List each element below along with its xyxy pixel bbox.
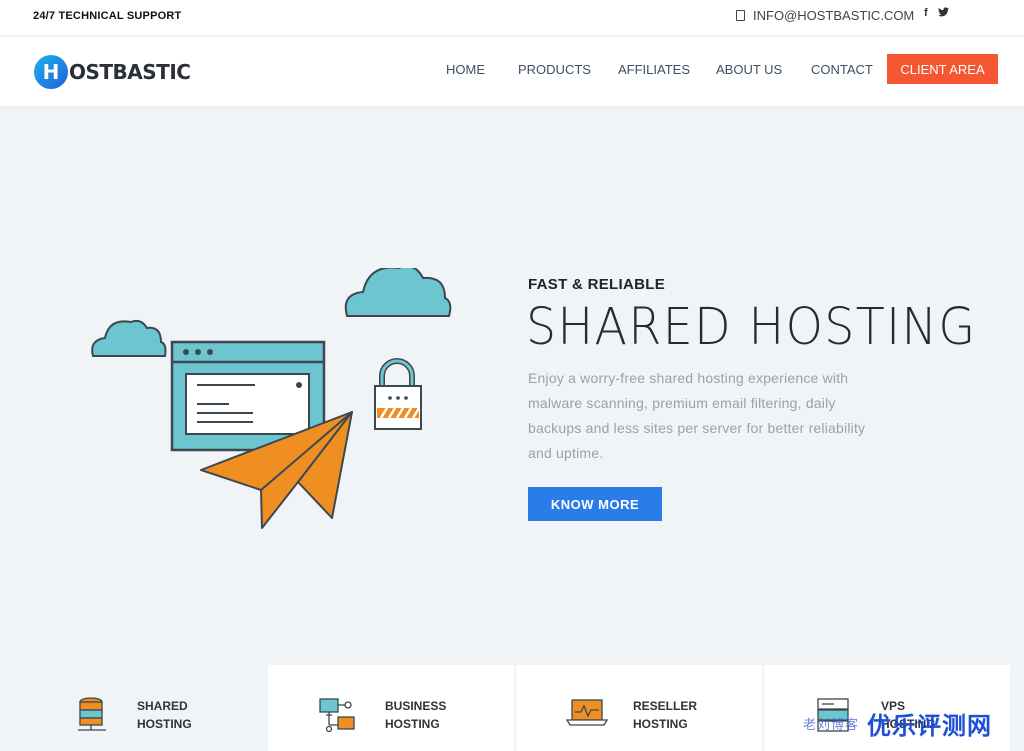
- hero-eyebrow: FAST & RELIABLE: [528, 276, 666, 293]
- product-card-shared[interactable]: SHARED HOSTING: [0, 665, 266, 751]
- twitter-icon[interactable]: [937, 7, 949, 20]
- product-label-line2: HOSTING: [137, 717, 192, 731]
- nav-item-affiliates[interactable]: AFFILIATES: [618, 62, 690, 77]
- nav-item-home[interactable]: HOME: [446, 62, 485, 77]
- product-card-business[interactable]: BUSINESS HOSTING: [268, 665, 514, 751]
- email-link[interactable]: INFO@HOSTBASTIC.COM: [753, 8, 914, 23]
- hero-description: Enjoy a worry-free shared hosting experi…: [528, 370, 866, 461]
- network-icon: [319, 698, 355, 733]
- cloud-icon: [344, 268, 452, 317]
- watermark-big-text: 优乐评测网: [867, 712, 993, 740]
- hosting-illustration: [91, 268, 452, 529]
- product-label-line1: RESELLER: [633, 699, 698, 713]
- product-label-line2: HOSTING: [385, 717, 440, 731]
- facebook-icon[interactable]: f: [924, 7, 928, 20]
- watermark-small-text: 老刘博客: [803, 717, 860, 732]
- watermark: 老刘博客 优乐评测网: [803, 706, 992, 741]
- main-navbar: H OSTBASTIC HOME PRODUCTS AFFILIATES ABO…: [0, 37, 1024, 107]
- cloud-icon: [91, 319, 167, 357]
- support-text: 24/7 TECHNICAL SUPPORT: [33, 10, 182, 22]
- product-card-reseller[interactable]: RESELLER HOSTING: [516, 665, 762, 751]
- product-label-line2: HOSTING: [633, 717, 688, 731]
- nav-item-products[interactable]: PRODUCTS: [518, 62, 591, 77]
- social-links: f: [924, 7, 949, 20]
- brand-logo[interactable]: H OSTBASTIC: [34, 55, 191, 89]
- client-area-button[interactable]: CLIENT AREA: [887, 54, 998, 84]
- product-label-line1: SHARED: [137, 699, 188, 713]
- logo-mark: H: [34, 55, 68, 89]
- product-label-line1: BUSINESS: [385, 699, 447, 713]
- know-more-button[interactable]: KNOW MORE: [528, 487, 662, 521]
- laptop-icon: [566, 699, 608, 726]
- hero-headline: SHARED HOSTING: [526, 298, 977, 357]
- padlock-icon: [374, 358, 422, 430]
- top-bar: 24/7 TECHNICAL SUPPORT INFO@HOSTBASTIC.C…: [0, 0, 1024, 36]
- database-icon: [78, 697, 106, 731]
- contact-email[interactable]: INFO@HOSTBASTIC.COM: [736, 8, 914, 23]
- logo-wordmark: OSTBASTIC: [69, 60, 191, 84]
- nav-item-contact[interactable]: CONTACT: [811, 62, 873, 77]
- nav-item-about-us[interactable]: ABOUT US: [716, 62, 782, 77]
- envelope-icon: [736, 10, 745, 21]
